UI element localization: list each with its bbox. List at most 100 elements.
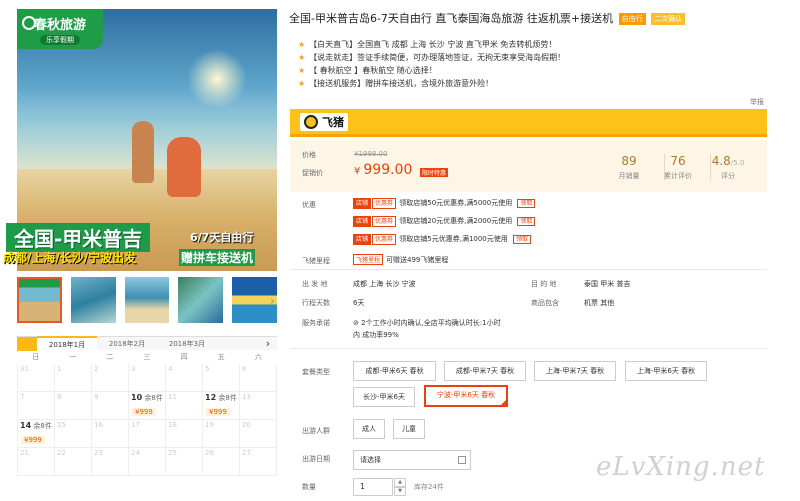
day-number: 23 bbox=[94, 449, 103, 457]
day-number: 13 bbox=[242, 393, 251, 401]
logo-brand: 春秋旅游 bbox=[33, 17, 86, 33]
departure-calendar: 2018年1月 2018年2月 2018年3月 › 日 一 二 三 四 五 六 … bbox=[17, 335, 277, 476]
day-number: 3 bbox=[131, 365, 136, 373]
star-icon: ★ bbox=[298, 79, 306, 88]
calendar-icon bbox=[458, 456, 466, 464]
date-picker-input[interactable]: 请选择 bbox=[353, 450, 471, 470]
calendar-prev-button[interactable] bbox=[17, 336, 37, 351]
day-number: 4 bbox=[168, 365, 173, 373]
package-option-5[interactable]: 长沙-甲米6天 bbox=[353, 387, 415, 407]
day-number: 24 bbox=[131, 449, 140, 457]
service-label: 服务承诺 bbox=[302, 319, 330, 327]
quantity-up-icon[interactable]: ▲ bbox=[394, 478, 406, 487]
thumbnail-strip bbox=[17, 277, 278, 325]
stock-count: 库存24件 bbox=[414, 483, 444, 491]
package-option-6[interactable]: 宁波-甲米6天 春秋 bbox=[424, 385, 508, 407]
calendar-day: 7 bbox=[18, 392, 55, 420]
thumbnail-1[interactable] bbox=[17, 277, 62, 323]
calendar-day[interactable]: 10 余8件 ¥999 bbox=[129, 392, 166, 420]
day-price: ¥999 bbox=[132, 408, 156, 416]
package-option-2[interactable]: 成都-甲米7天 春秋 bbox=[444, 361, 526, 381]
day-number: 15 bbox=[57, 421, 66, 429]
people-child[interactable]: 儿童 bbox=[393, 419, 425, 439]
report-link[interactable]: 举报 bbox=[750, 97, 764, 107]
calendar-day: 2 bbox=[92, 364, 129, 392]
tab-month-2[interactable]: 2018年2月 bbox=[97, 337, 157, 351]
hero-days: 6/7天自由行 bbox=[190, 231, 254, 244]
day-number: 18 bbox=[168, 421, 177, 429]
calendar-day: 3 bbox=[129, 364, 166, 392]
thumbnail-2[interactable] bbox=[70, 277, 116, 323]
service-line-2: 内 成功率99% bbox=[353, 331, 399, 339]
feizhu-label: 飞猪 bbox=[322, 115, 344, 129]
star-icon: ★ bbox=[298, 53, 306, 62]
star-icon: ★ bbox=[298, 66, 306, 75]
quantity-input[interactable]: 1 bbox=[353, 478, 393, 496]
weekday: 五 bbox=[217, 353, 225, 361]
watermark: eLvXing.net bbox=[596, 452, 766, 482]
weekday: 三 bbox=[143, 353, 151, 361]
package-option-1[interactable]: 成都-甲米6天 春秋 bbox=[353, 361, 436, 381]
list-item: ★ 【白天直飞】全国直飞 成都 上海 长沙 宁波 直飞甲米 免去转机烦劳！ bbox=[298, 40, 557, 49]
calendar-day: 8 bbox=[55, 392, 92, 420]
promo-price: ¥999.00 bbox=[354, 162, 413, 178]
calendar-day: 16 bbox=[92, 420, 129, 448]
service-line-1: ⊘ 2个工作小时内确认,全店平均确认时长:1小时 bbox=[353, 319, 501, 327]
coupon-row: 店铺 优惠券 领取店铺5元优惠券,满1000元使用 领取 bbox=[353, 234, 532, 245]
people-adult[interactable]: 成人 bbox=[353, 419, 385, 439]
calendar-day: 17 bbox=[129, 420, 166, 448]
remaining-count: 余8件 bbox=[33, 422, 52, 430]
day-number: 8 bbox=[57, 393, 62, 401]
get-coupon-button[interactable]: 领取 bbox=[513, 235, 532, 244]
day-number: 16 bbox=[94, 421, 103, 429]
price-label: 价格 bbox=[302, 151, 316, 159]
day-number: 10 bbox=[131, 393, 143, 402]
hero-route-title: 全国-甲米普吉 bbox=[6, 223, 151, 252]
package-option-3[interactable]: 上海-甲米7天 春秋 bbox=[534, 361, 616, 381]
divider bbox=[290, 269, 767, 270]
day-number: 11 bbox=[168, 393, 177, 401]
day-number: 14 bbox=[20, 421, 32, 430]
weekday: 六 bbox=[254, 353, 262, 361]
calendar-day: 24 bbox=[129, 448, 166, 476]
calendar-day: 31 bbox=[18, 364, 55, 392]
remaining-count: 余8件 bbox=[144, 394, 163, 402]
day-number: 1 bbox=[57, 365, 62, 373]
coupon-label: 优惠 bbox=[302, 201, 316, 209]
depart-value: 成都 上海 长沙 宁波 bbox=[353, 280, 416, 288]
hero-sun bbox=[187, 49, 247, 109]
logo-icon bbox=[22, 16, 36, 30]
day-number: 9 bbox=[94, 393, 99, 401]
day-number: 17 bbox=[131, 421, 140, 429]
list-item: ★ 【接送机服务】赠拼车接送机，含境外旅游意外险！ bbox=[298, 79, 494, 88]
star-icon: ★ bbox=[298, 40, 306, 49]
include-label: 商品包含 bbox=[531, 299, 559, 307]
logo-sub: 乐享假期 bbox=[40, 34, 80, 45]
calendar-day[interactable]: 14 余8件 ¥999 bbox=[18, 420, 55, 448]
calendar-day: 19 bbox=[203, 420, 240, 448]
calendar-next-icon[interactable]: › bbox=[259, 337, 277, 350]
calendar-day[interactable]: 12 余8件 ¥999 bbox=[203, 392, 240, 420]
product-title-row: 全国-甲米普吉岛6-7天自由行 直飞泰国海岛旅游 往返机票+接送机 自由行 二次… bbox=[289, 10, 794, 26]
day-number: 19 bbox=[205, 421, 214, 429]
get-coupon-button[interactable]: 领取 bbox=[517, 217, 536, 226]
feizhu-logo: 飞猪 bbox=[300, 112, 348, 131]
calendar-day: 26 bbox=[203, 448, 240, 476]
get-coupon-button[interactable]: 领取 bbox=[517, 199, 536, 208]
mileage-row: 飞猪里程 可赠送499飞猪里程 bbox=[353, 254, 448, 265]
tab-month-3[interactable]: 2018年3月 bbox=[157, 337, 217, 351]
product-title: 全国-甲米普吉岛6-7天自由行 直飞泰国海岛旅游 往返机票+接送机 bbox=[289, 12, 614, 25]
day-number: 31 bbox=[20, 365, 29, 373]
original-price: ¥1998.00 bbox=[354, 150, 388, 158]
thumbnail-4[interactable] bbox=[178, 277, 224, 323]
weekday: 四 bbox=[180, 353, 188, 361]
list-item: ★ 【 春秋航空 】春秋航空 随心选择！ bbox=[298, 66, 437, 75]
quantity-down-icon[interactable]: ▼ bbox=[394, 487, 406, 496]
thumbnail-next-icon[interactable]: › bbox=[270, 294, 275, 308]
thumbnail-3[interactable] bbox=[124, 277, 170, 323]
package-option-4[interactable]: 上海-甲米6天 春秋 bbox=[625, 361, 707, 381]
date-label: 出游日期 bbox=[302, 455, 330, 463]
limit-tag: 限时特惠 bbox=[420, 168, 449, 177]
day-number: 12 bbox=[205, 393, 217, 402]
promo-label: 促销价 bbox=[302, 169, 323, 177]
